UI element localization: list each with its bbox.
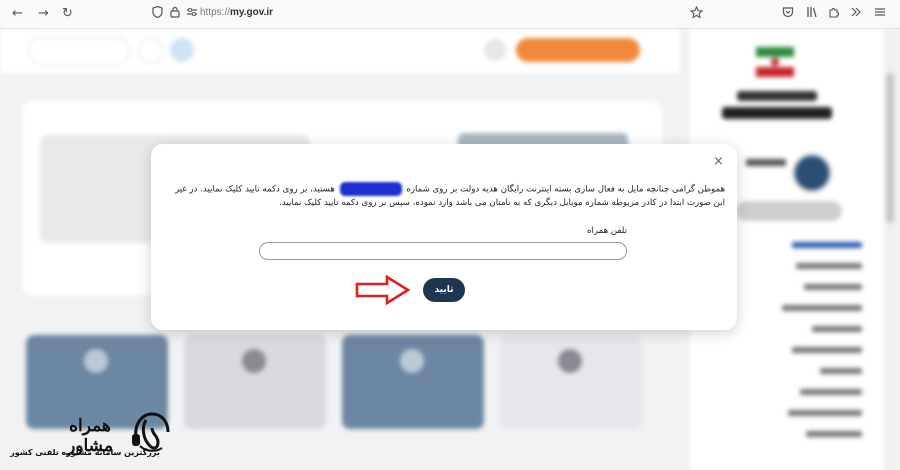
sidebar-item[interactable]	[742, 304, 862, 325]
emblem-icon	[400, 349, 424, 373]
browser-toolbar: ← → ↻ https://my.gov.ir	[0, 0, 900, 29]
reload-button[interactable]: ↻	[62, 6, 73, 21]
sidebar-item[interactable]	[742, 388, 862, 409]
emblem-icon	[84, 349, 108, 373]
logo-wordmark	[712, 87, 842, 125]
sidebar-item[interactable]	[742, 283, 862, 304]
overflow-chevrons-icon[interactable]	[850, 6, 862, 21]
sidebar-menu	[742, 241, 862, 451]
url-domain: my.gov.ir	[230, 7, 273, 18]
sidebar-item[interactable]	[742, 409, 862, 430]
sidebar-item[interactable]	[742, 367, 862, 388]
user-name	[746, 159, 786, 166]
back-button[interactable]: ←	[12, 6, 23, 21]
pocket-icon[interactable]	[782, 6, 794, 21]
sidebar-item[interactable]	[742, 346, 862, 367]
dialog-message-part1: هموطن گرامی چنانچه مایل به فعال سازی بست…	[406, 184, 725, 195]
confirm-button[interactable]: تایید	[423, 278, 465, 302]
sidebar-pill-button[interactable]	[736, 201, 842, 221]
activation-dialog: × هموطن گرامی چنانچه مایل به فعال سازی ب…	[151, 144, 737, 330]
search-icon[interactable]	[484, 39, 506, 61]
lock-icon[interactable]	[170, 6, 180, 21]
annotation-arrow-icon	[355, 274, 411, 306]
watermark: همراه مشاور بزرگترین سامانه مشاوره تلفنی…	[0, 402, 190, 470]
avatar[interactable]	[792, 153, 832, 193]
url-scheme: https://	[200, 7, 231, 18]
service-tile[interactable]	[184, 335, 326, 429]
redacted-phone-number	[339, 182, 402, 196]
logo-icon	[756, 47, 794, 77]
header-pill[interactable]	[28, 37, 130, 65]
permissions-icon[interactable]	[186, 6, 198, 21]
service-tile[interactable]	[342, 335, 484, 429]
address-bar[interactable]: https://my.gov.ir	[200, 7, 273, 18]
sidebar-item[interactable]	[742, 262, 862, 283]
sidebar-item[interactable]	[742, 430, 862, 451]
shield-icon[interactable]	[152, 5, 163, 21]
header-action-button[interactable]	[516, 38, 640, 62]
header-circle-button[interactable]	[138, 38, 164, 64]
bookmark-star-icon[interactable]	[689, 5, 704, 22]
forward-button[interactable]: →	[38, 6, 49, 21]
emblem-icon	[242, 349, 266, 373]
emblem-icon	[558, 349, 582, 373]
phone-input[interactable]	[259, 242, 627, 260]
watermark-subtitle: بزرگترین سامانه مشاوره تلفنی کشور	[10, 448, 160, 457]
close-icon[interactable]: ×	[713, 154, 724, 169]
sidebar-item[interactable]	[742, 325, 862, 346]
page-scrollbar-thumb[interactable]	[886, 73, 894, 223]
service-tile[interactable]	[500, 335, 642, 429]
dialog-message: هموطن گرامی چنانچه مایل به فعال سازی بست…	[165, 182, 725, 210]
sidebar-item[interactable]	[742, 241, 862, 262]
phone-field-label: تلفن همراه	[587, 226, 627, 236]
header-circle-button-blue[interactable]	[170, 38, 194, 62]
hamburger-menu-icon[interactable]	[874, 6, 886, 21]
extensions-icon[interactable]	[828, 6, 840, 21]
library-icon[interactable]	[806, 6, 818, 21]
